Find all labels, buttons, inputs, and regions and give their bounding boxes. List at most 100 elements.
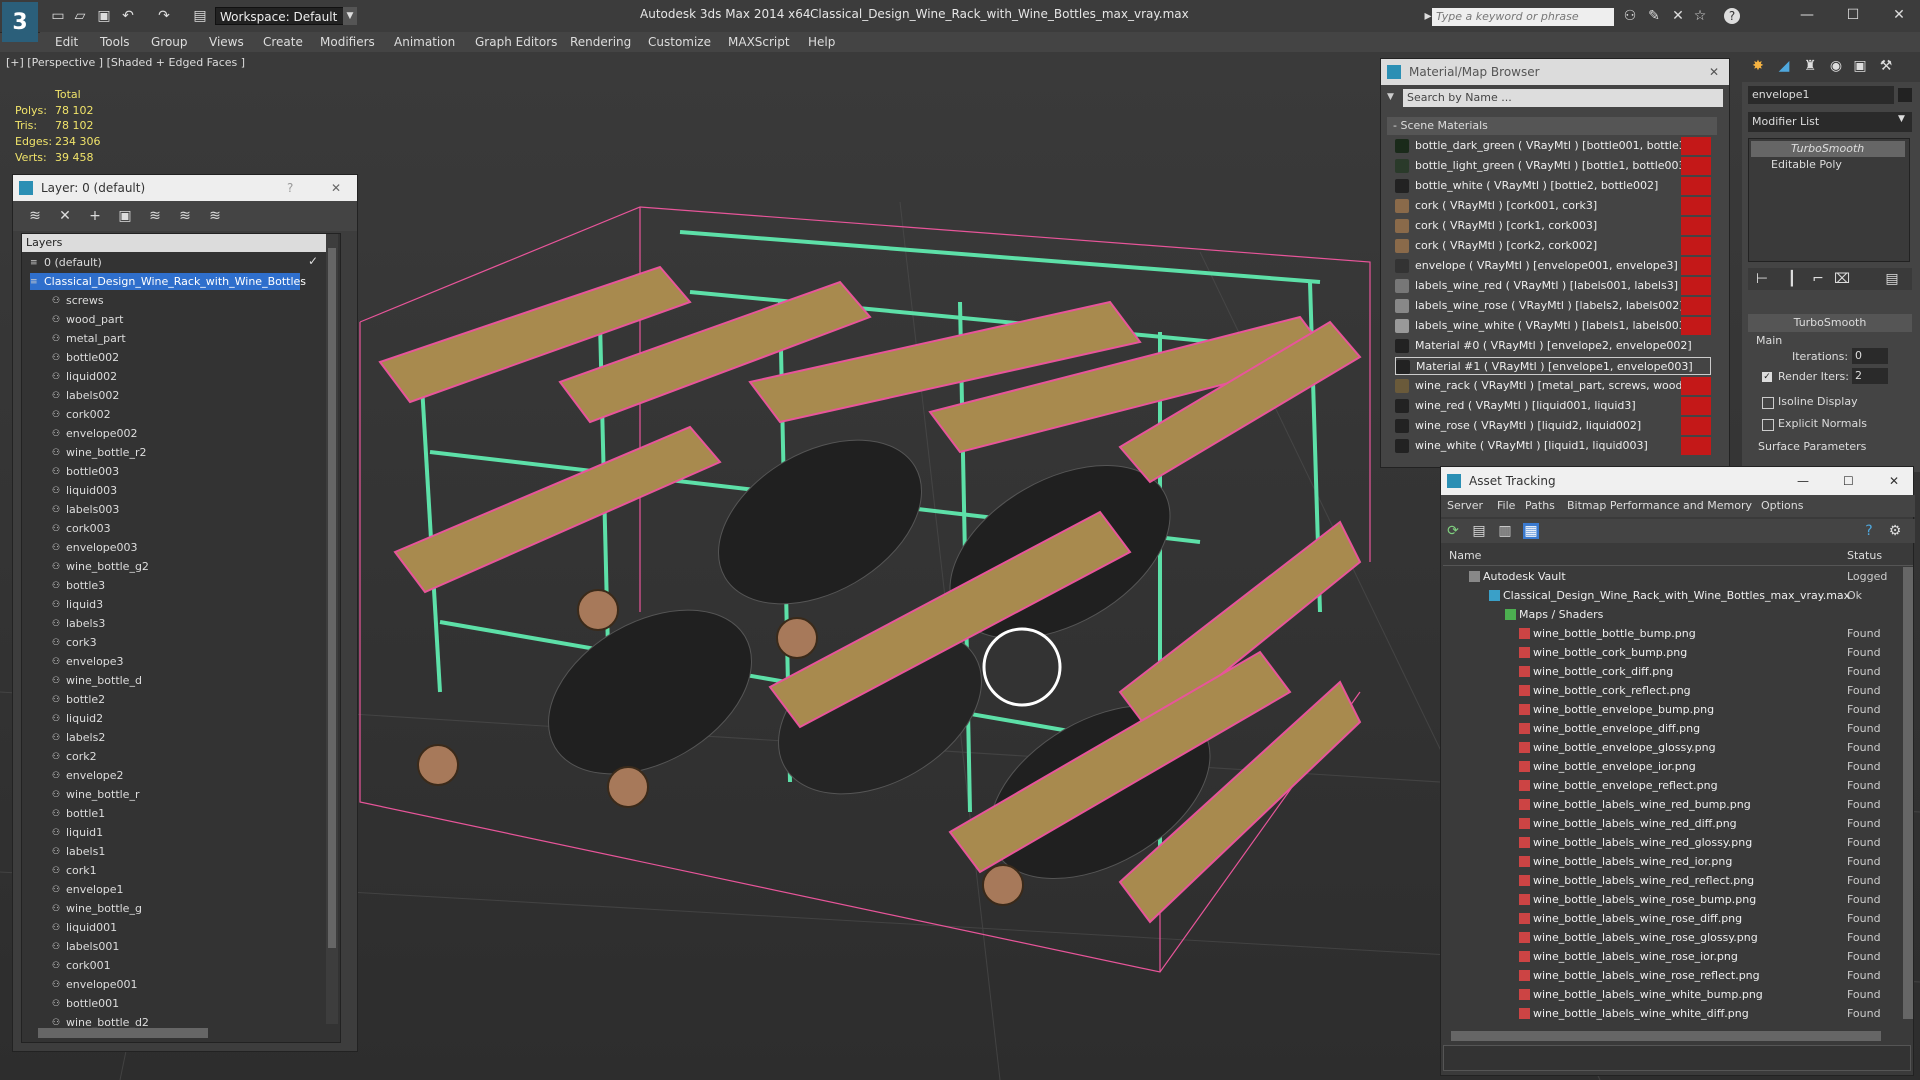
layer-object-row[interactable]: ⚇ liquid2 (52, 710, 340, 727)
open-file-icon[interactable]: ▱ (72, 8, 88, 24)
map-file-row[interactable]: wine_bottle_labels_wine_red_diff.png Foun… (1443, 814, 1899, 833)
create-layer-icon[interactable]: ≋ (27, 208, 43, 224)
layer-object-row[interactable]: ⚇ bottle2 (52, 691, 340, 708)
add-to-layer-icon[interactable]: + (87, 208, 103, 224)
layer-object-row[interactable]: ⚇ screws (52, 292, 340, 309)
layer-default[interactable]: ≡ 0 (default) (30, 254, 318, 271)
exchange-icon[interactable]: ✕ (1670, 8, 1686, 24)
column-name[interactable]: Name (1449, 549, 1481, 562)
map-file-row[interactable]: wine_bottle_cork_bump.png Found (1443, 643, 1899, 662)
layer-object-row[interactable]: ⚇ liquid001 (52, 919, 340, 936)
asset-hscrollbar[interactable] (1451, 1031, 1881, 1041)
vault-row[interactable]: Autodesk Vault Logged (1443, 567, 1899, 586)
map-file-row[interactable]: wine_bottle_cork_reflect.png Found (1443, 681, 1899, 700)
current-layer-check-icon[interactable]: ✓ (308, 254, 318, 268)
layer-close-icon[interactable]: ✕ (331, 175, 341, 201)
layer-object-row[interactable]: ⚇ labels001 (52, 938, 340, 955)
map-file-row[interactable]: wine_bottle_cork_diff.png Found (1443, 662, 1899, 681)
map-file-row[interactable]: wine_bottle_labels_wine_red_reflect.png F… (1443, 871, 1899, 890)
map-file-row[interactable]: wine_bottle_labels_wine_red_bump.png Foun… (1443, 795, 1899, 814)
chevron-down-icon[interactable]: ▼ (1898, 114, 1905, 124)
column-status[interactable]: Status (1847, 549, 1882, 562)
menu-rendering[interactable]: Rendering (570, 33, 631, 51)
max-file-row[interactable]: Classical_Design_Wine_Rack_with_Wine_Bot… (1443, 586, 1899, 605)
table-view-icon[interactable]: ▥ (1497, 523, 1513, 539)
grid-view-icon[interactable]: ▦ (1523, 523, 1539, 539)
layer-help-button[interactable]: ? (287, 175, 293, 201)
freeze-all-icon[interactable]: ≋ (207, 208, 223, 224)
menu-tools[interactable]: Tools (100, 33, 130, 51)
map-file-row[interactable]: wine_bottle_envelope_ior.png Found (1443, 757, 1899, 776)
layer-object-row[interactable]: ⚇ liquid003 (52, 482, 340, 499)
iterations-spinner[interactable]: 0 (1852, 348, 1888, 364)
map-file-row[interactable]: wine_bottle_labels_wine_white_bump.png Fo… (1443, 985, 1899, 1004)
layer-column-header[interactable]: Layers (22, 234, 326, 252)
material-row[interactable]: bottle_light_green ( VRayMtl ) [bottle1,… (1395, 157, 1711, 175)
minimize-icon[interactable]: — (1790, 4, 1824, 26)
material-row[interactable]: labels_wine_rose ( VRayMtl ) [labels2, l… (1395, 297, 1711, 315)
map-file-row[interactable]: wine_bottle_labels_wine_rose_bump.png Fou… (1443, 890, 1899, 909)
asset-menu-paths[interactable]: Paths (1525, 499, 1555, 512)
motion-tab-icon[interactable]: ◉ (1828, 58, 1844, 74)
refresh-icon[interactable]: ⟳ (1445, 523, 1461, 539)
material-row[interactable]: labels_wine_white ( VRayMtl ) [labels1, … (1395, 317, 1711, 335)
layer-object-row[interactable]: ⚇ labels003 (52, 501, 340, 518)
object-name-field[interactable]: envelope1 (1748, 86, 1894, 104)
layer-object-row[interactable]: ⚇ envelope002 (52, 425, 340, 442)
layer-object-row[interactable]: ⚇ wood_part (52, 311, 340, 328)
asset-menu-server[interactable]: Server (1447, 499, 1483, 512)
menu-edit[interactable]: Edit (55, 33, 78, 51)
binoculars-icon[interactable]: ⚇ (1622, 8, 1638, 24)
maximize-icon[interactable]: ☐ (1836, 4, 1870, 26)
layer-object-row[interactable]: ⚇ cork001 (52, 957, 340, 974)
layer-object-row[interactable]: ⚇ labels2 (52, 729, 340, 746)
display-tab-icon[interactable]: ▣ (1852, 58, 1868, 74)
layer-object-row[interactable]: ⚇ bottle002 (52, 349, 340, 366)
menu-modifiers[interactable]: Modifiers (320, 33, 375, 51)
layer-object-row[interactable]: ⚇ envelope001 (52, 976, 340, 993)
utilities-tab-icon[interactable]: ⚒ (1878, 58, 1894, 74)
chevron-down-icon[interactable]: ▼ (343, 7, 357, 25)
explicit-normals-checkbox[interactable] (1762, 419, 1774, 431)
material-options-icon[interactable]: ▼ (1387, 92, 1394, 102)
material-row[interactable]: Material #1 ( VRayMtl ) [envelope1, enve… (1395, 357, 1711, 375)
layer-object-row[interactable]: ⚇ metal_part (52, 330, 340, 347)
map-file-row[interactable]: wine_bottle_envelope_diff.png Found (1443, 719, 1899, 738)
layer-object-row[interactable]: ⚇ bottle3 (52, 577, 340, 594)
map-file-row[interactable]: wine_bottle_labels_wine_rose_diff.png Fou… (1443, 909, 1899, 928)
layer-object-row[interactable]: ⚇ labels002 (52, 387, 340, 404)
material-row[interactable]: wine_red ( VRayMtl ) [liquid001, liquid3… (1395, 397, 1711, 415)
layer-object-row[interactable]: ⚇ wine_bottle_r (52, 786, 340, 803)
map-file-row[interactable]: wine_bottle_labels_wine_red_glossy.png Fo… (1443, 833, 1899, 852)
asset-menu-file[interactable]: File (1497, 499, 1515, 512)
hierarchy-tab-icon[interactable]: ♜ (1802, 58, 1818, 74)
layer-scroll-thumb[interactable] (328, 248, 336, 948)
layer-object-row[interactable]: ⚇ cork003 (52, 520, 340, 537)
layer-object-row[interactable]: ⚇ wine_bottle_d (52, 672, 340, 689)
delete-layer-icon[interactable]: ✕ (57, 208, 73, 224)
pin-stack-icon[interactable]: ⊢ (1754, 271, 1770, 287)
layer-object-row[interactable]: ⚇ envelope003 (52, 539, 340, 556)
material-row[interactable]: wine_white ( VRayMtl ) [liquid1, liquid0… (1395, 437, 1711, 455)
layer-object-row[interactable]: ⚇ bottle001 (52, 995, 340, 1012)
material-row[interactable]: cork ( VRayMtl ) [cork2, cork002] (1395, 237, 1711, 255)
create-tab-icon[interactable]: ✸ (1750, 58, 1766, 74)
list-view-icon[interactable]: ▤ (1471, 523, 1487, 539)
stack-item-turbosmooth[interactable]: TurboSmooth (1751, 141, 1905, 157)
asset-close-icon[interactable]: ✕ (1889, 467, 1899, 495)
asset-minimize-icon[interactable]: — (1797, 467, 1809, 495)
material-row[interactable]: cork ( VRayMtl ) [cork001, cork3] (1395, 197, 1711, 215)
map-file-row[interactable]: wine_bottle_labels_wine_red_ior.png Found (1443, 852, 1899, 871)
asset-maximize-icon[interactable]: ☐ (1843, 467, 1854, 495)
map-file-row[interactable]: wine_bottle_labels_wine_rose_reflect.png… (1443, 966, 1899, 985)
layer-object-row[interactable]: ⚇ wine_bottle_g2 (52, 558, 340, 575)
menu-help[interactable]: Help (808, 33, 835, 51)
layer-object-row[interactable]: ⚇ cork002 (52, 406, 340, 423)
hide-all-icon[interactable]: ≋ (177, 208, 193, 224)
layer-object-row[interactable]: ⚇ liquid3 (52, 596, 340, 613)
material-row[interactable]: wine_rose ( VRayMtl ) [liquid2, liquid00… (1395, 417, 1711, 435)
material-row[interactable]: bottle_white ( VRayMtl ) [bottle2, bottl… (1395, 177, 1711, 195)
map-file-row[interactable]: wine_bottle_labels_wine_rose_ior.png Foun… (1443, 947, 1899, 966)
modify-tab-icon[interactable]: ◢ (1776, 58, 1792, 74)
asset-menu-bitmap[interactable]: Bitmap Performance and Memory (1567, 499, 1752, 512)
